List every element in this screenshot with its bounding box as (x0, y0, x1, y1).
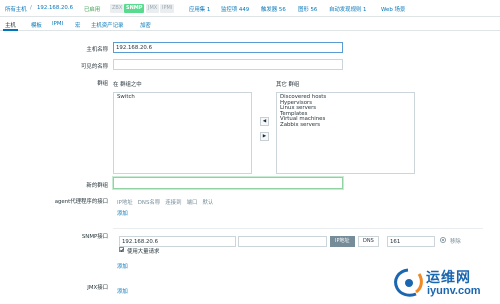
watermark-swirl-icon (394, 268, 423, 297)
connect-ip-button[interactable]: IP地址 (330, 236, 355, 247)
badge-ipmi: IPMI (160, 4, 175, 13)
jmx-interfaces-label: JMX接口 (87, 285, 108, 291)
new-group-input[interactable] (113, 177, 343, 189)
move-right-button[interactable]: ▶ (260, 132, 269, 141)
snmp-ip-input[interactable]: 192.168.20.6 (119, 236, 236, 247)
visible-name-input[interactable] (113, 59, 343, 70)
in-group-option[interactable]: Switch (117, 94, 248, 101)
host-name-label: 主机名称 (86, 47, 108, 53)
breadcrumb-host[interactable]: 192.168.20.6 (37, 5, 73, 11)
jmx-add-link[interactable]: 添加 (117, 287, 128, 295)
watermark-url: iyunv.com (427, 285, 481, 297)
other-groups-list[interactable]: Discovered hosts Hypervisors Linux serve… (276, 92, 415, 174)
badge-snmp: SNMP (124, 4, 145, 13)
new-group-label: 新的群组 (86, 183, 108, 189)
move-left-button[interactable]: ◀ (260, 117, 269, 126)
tab-templates[interactable]: 模板 (31, 21, 42, 29)
tab-inventory[interactable]: 主机资产记录 (91, 21, 123, 29)
tab-ipmi[interactable]: IPMI (52, 21, 63, 27)
radio-dot-icon (442, 239, 444, 241)
link-triggers[interactable]: 触发器 56 (261, 5, 286, 13)
agent-add-link[interactable]: 添加 (117, 209, 128, 217)
tab-macros[interactable]: 宏 (75, 21, 80, 29)
snmp-dns-input[interactable] (238, 236, 327, 247)
watermark-logo: 运维网 iyunv.com (392, 265, 496, 301)
snmp-interfaces-label: SNMP接口 (81, 234, 108, 240)
link-discovery-rules[interactable]: 自动发现规则 1 (329, 5, 367, 13)
breadcrumb-separator: / (30, 5, 32, 11)
link-applications[interactable]: 应用集 1 (189, 5, 210, 13)
other-groups-heading: 其它 群组 (276, 82, 300, 88)
in-groups-list[interactable]: Switch (113, 92, 252, 174)
tab-bar: 主机 模板 IPMI 宏 主机资产记录 加密 (0, 18, 500, 31)
bulk-requests-label: 使用大量请求 (127, 249, 160, 255)
groups-label: 群组 (97, 81, 108, 87)
connect-dns-button[interactable]: DNS (358, 236, 379, 247)
watermark-title: 运维网 (426, 270, 471, 286)
snmp-add-link[interactable]: 添加 (117, 262, 128, 270)
host-navigation-bar: 所有主机 / 192.168.20.6 已启用 ZBX SNMP JMX IPM… (0, 0, 500, 17)
badge-zbx: ZBX (110, 4, 125, 13)
breadcrumb-all-hosts[interactable]: 所有主机 (5, 5, 27, 13)
tab-host[interactable]: 主机 (3, 21, 18, 31)
snmp-remove-link[interactable]: 移除 (450, 237, 461, 245)
host-status-enabled[interactable]: 已启用 (84, 5, 100, 13)
in-groups-heading: 在 群组之中 (113, 82, 142, 88)
badge-jmx: JMX (146, 4, 160, 13)
checkmark-icon (120, 248, 124, 252)
bulk-requests-checkbox[interactable] (119, 247, 124, 252)
agent-interface-columns: IP地址 DNS名称 连接到 端口 默认 (117, 200, 214, 206)
link-items[interactable]: 监控项 449 (221, 5, 249, 13)
host-name-input[interactable]: 192.168.20.6 (113, 42, 343, 53)
link-graphs[interactable]: 图形 56 (298, 5, 317, 13)
tab-encryption[interactable]: 加密 (140, 21, 151, 29)
snmp-port-input[interactable]: 161 (387, 236, 435, 247)
default-interface-radio[interactable] (440, 237, 446, 243)
link-web-scenarios[interactable]: Web 场景 (381, 5, 405, 13)
other-group-option[interactable]: Zabbix servers (280, 122, 411, 129)
agent-interfaces-label: agent代理程序的接口 (54, 199, 108, 205)
visible-name-label: 可见的名称 (81, 64, 108, 70)
